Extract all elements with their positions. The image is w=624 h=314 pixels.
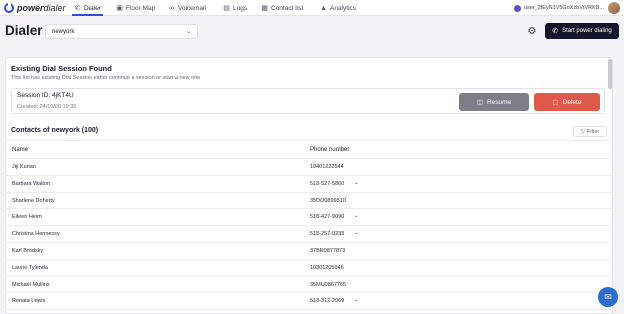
tab-contact-list[interactable]: ▦ Contact list <box>261 0 303 16</box>
contacts-table: Name Phone number Jiji Kurian 10401222544… <box>5 140 613 311</box>
delete-button[interactable]: ▢ Delete <box>534 93 600 111</box>
contact-phone: 518-427-9090 <box>310 214 345 221</box>
contact-list-select[interactable]: newyork ⌄ <box>45 24 198 39</box>
contact-phone: 10401222544 <box>310 164 344 170</box>
table-row[interactable]: Christina Hennessy 518-257-0233 ⌄ <box>5 226 613 243</box>
contact-name: Christina Hennessy <box>12 231 60 238</box>
user-menu[interactable]: user_2fEyN1V5GoXzbVtVRKB... <box>513 2 620 14</box>
analytics-icon: ▲ <box>320 4 327 12</box>
phone-icon: ✆ <box>552 28 559 35</box>
column-header-phone: Phone number <box>310 147 350 153</box>
contact-name: Michael Mullins <box>12 281 50 288</box>
organization-icon <box>513 4 521 12</box>
contact-name: Eileen Heim <box>12 214 42 221</box>
logo-icon <box>4 2 14 13</box>
filter-icon: ▽ <box>580 128 585 135</box>
tab-floor-map[interactable]: ▣ Floor Map <box>116 0 155 16</box>
chevron-down-icon[interactable]: ⌄ <box>354 230 359 236</box>
session-description: This list has existing Dial Session eith… <box>11 75 201 81</box>
session-heading: Existing Dial Session Found <box>11 64 112 73</box>
table-row[interactable]: Eileen Heim 518-427-9090 ⌄ <box>5 209 613 227</box>
table-row[interactable]: Karl Brodsky 37BR0877873 <box>5 243 613 260</box>
table-row[interactable]: Sharlene Doherty 35DO0899510 <box>5 193 613 210</box>
scrollbar[interactable] <box>608 59 612 89</box>
contact-phone: 35DO0899510 <box>310 197 346 204</box>
contact-name: Karl Brodsky <box>12 247 44 254</box>
contact-phone: 37BR0877873 <box>310 247 346 254</box>
brand-name: powerdialer <box>17 3 66 13</box>
gear-icon[interactable]: ⚙ <box>525 24 539 39</box>
page-title: Dialer <box>5 23 43 38</box>
contact-name: Barbara Walton <box>12 180 51 187</box>
contact-phone: 518-257-0233 <box>310 231 345 238</box>
contact-name: Sharlene Doherty <box>12 197 55 204</box>
phone-icon: ✆ <box>74 4 81 12</box>
contact-list-icon: ▦ <box>261 4 268 12</box>
chevron-down-icon: ⌄ <box>185 29 191 35</box>
voicemail-icon: ∞ <box>169 4 174 12</box>
table-row[interactable]: Laurie Tylenda 10301205946 <box>5 260 613 277</box>
tab-dialer[interactable]: ✆ Dialer <box>72 0 103 16</box>
video-icon: ▣ <box>116 4 123 12</box>
filter-button[interactable]: ▽ Filter <box>573 126 607 137</box>
avatar[interactable] <box>608 2 620 14</box>
resume-icon: ◫ <box>476 99 483 106</box>
user-name: user_2fEyN1V5GoXzbVtVRKB... <box>523 5 604 11</box>
resume-button[interactable]: ◫ Resume <box>459 93 529 111</box>
contact-phone: 35MU0867765 <box>310 281 347 288</box>
chevron-down-icon[interactable]: ⌄ <box>354 297 359 303</box>
chat-icon[interactable]: ✉ <box>598 287 618 307</box>
table-row[interactable]: Barbara Walton 518-527-5800 ⌄ <box>5 176 613 193</box>
contacts-heading: Contacts of newyork (100) <box>11 127 99 134</box>
logs-icon: ▤ <box>223 4 230 12</box>
contact-name: Jiji Kurian <box>12 164 36 170</box>
session-id: Session ID: 4jKT4U <box>17 92 74 99</box>
table-row[interactable]: Renata Lewis 518-312-2069 ⌄ <box>5 293 613 311</box>
tab-logs[interactable]: ▤ Logs <box>223 0 247 16</box>
logo[interactable]: powerdialer <box>4 2 66 14</box>
contact-name: Renata Lewis <box>12 298 46 305</box>
table-row[interactable]: Michael Mullins 35MU0867765 <box>5 277 613 294</box>
chevron-down-icon[interactable]: ⌄ <box>354 180 359 186</box>
contact-phone: 518-312-2069 <box>310 298 345 305</box>
table-row[interactable]: Jiji Kurian 10401222544 <box>5 159 613 176</box>
tab-analytics[interactable]: ▲ Analytics <box>320 0 356 16</box>
table-header: Name Phone number <box>5 140 613 159</box>
top-nav-bar: powerdialer ✆ Dialer ▣ Floor Map ∞ Voice… <box>0 0 624 16</box>
contact-phone: 10301205946 <box>310 264 344 271</box>
trash-icon: ▢ <box>552 99 559 106</box>
chevron-down-icon[interactable]: ⌄ <box>354 213 359 219</box>
column-header-name: Name <box>12 147 29 153</box>
contact-name: Laurie Tylenda <box>12 264 48 271</box>
contact-phone: 518-527-5800 <box>310 180 345 187</box>
session-created: Created: 24/10/08 19:35 <box>17 104 77 110</box>
start-power-dialing-button[interactable]: ✆ Start power dialing <box>545 23 619 39</box>
tab-voicemail[interactable]: ∞ Voicemail <box>168 0 206 16</box>
